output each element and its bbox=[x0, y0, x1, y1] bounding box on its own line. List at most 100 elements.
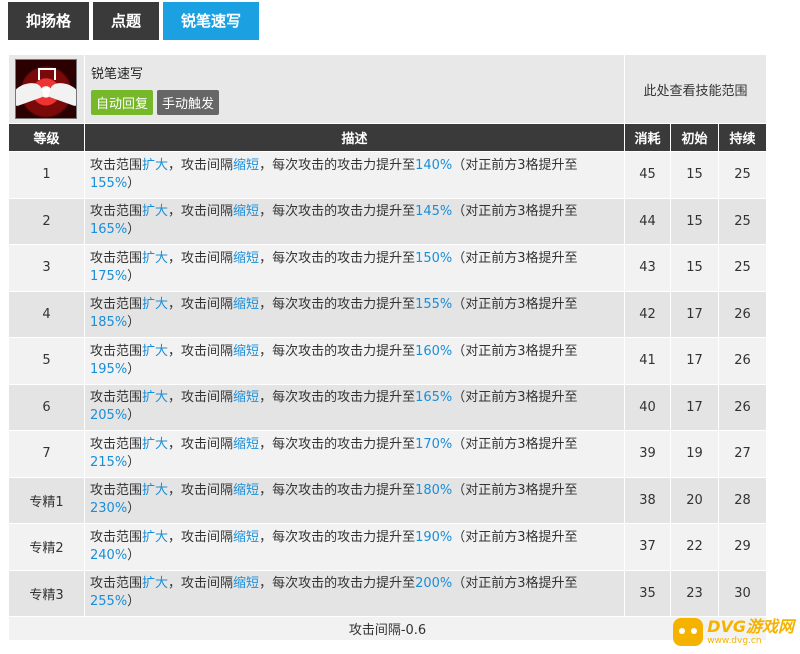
tab-skill-2[interactable]: 点题 bbox=[93, 2, 160, 40]
initial-cell: 17 bbox=[670, 290, 719, 338]
description-text: （对正前方3格提升至 bbox=[452, 390, 578, 406]
cost-cell: 42 bbox=[624, 290, 671, 338]
description-text: （对正前方3格提升至 bbox=[452, 297, 578, 313]
description-text: ） bbox=[127, 361, 141, 377]
highlight-text: 扩大 bbox=[142, 157, 169, 173]
highlight-text: 缩短 bbox=[233, 204, 260, 220]
col-duration: 持续 bbox=[717, 123, 768, 152]
description-text: 攻击范围 bbox=[90, 157, 143, 173]
tab-skill-1[interactable]: 抑扬格 bbox=[8, 2, 90, 40]
description-text: 攻击范围 bbox=[90, 297, 143, 313]
highlight-text: 205% bbox=[90, 408, 128, 424]
description-text: ） bbox=[127, 547, 141, 563]
description-cell: 攻击范围扩大，攻击间隔缩短，每次攻击的攻击力提升至190%（对正前方3格提升至 2… bbox=[84, 523, 625, 571]
highlight-text: 缩短 bbox=[233, 157, 260, 173]
description-text: ，攻击间隔 bbox=[168, 157, 234, 173]
description-text: ，每次攻击的攻击力提升至 bbox=[259, 436, 416, 452]
col-description: 描述 bbox=[84, 123, 625, 152]
description-text: ，每次攻击的攻击力提升至 bbox=[259, 343, 416, 359]
highlight-text: 扩大 bbox=[142, 576, 169, 592]
initial-cell: 17 bbox=[670, 383, 719, 431]
level-cell: 7 bbox=[8, 430, 85, 478]
description-text: ，攻击间隔 bbox=[168, 483, 234, 499]
highlight-text: 缩短 bbox=[233, 297, 260, 313]
table-row: 专精3 攻击范围扩大，攻击间隔缩短，每次攻击的攻击力提升至200%（对正前方3格提… bbox=[8, 569, 768, 617]
highlight-text: 155% bbox=[90, 175, 128, 191]
description-text: 攻击范围 bbox=[90, 483, 143, 499]
description-text: ，每次攻击的攻击力提升至 bbox=[259, 529, 416, 545]
highlight-text: 240% bbox=[90, 547, 128, 563]
highlight-text: 扩大 bbox=[142, 436, 169, 452]
highlight-text: 扩大 bbox=[142, 390, 169, 406]
level-cell: 专精3 bbox=[8, 569, 85, 617]
highlight-text: 185% bbox=[90, 315, 128, 331]
description-text: ） bbox=[127, 268, 141, 284]
description-text: ，攻击间隔 bbox=[168, 390, 234, 406]
description-cell: 攻击范围扩大，攻击间隔缩短，每次攻击的攻击力提升至165%（对正前方3格提升至 2… bbox=[84, 383, 625, 431]
table-row: 专精2 攻击范围扩大，攻击间隔缩短，每次攻击的攻击力提升至190%（对正前方3格提… bbox=[8, 523, 768, 571]
duration-cell: 26 bbox=[717, 383, 768, 431]
description-text: ，每次攻击的攻击力提升至 bbox=[259, 204, 416, 220]
table-row: 5 攻击范围扩大，攻击间隔缩短，每次攻击的攻击力提升至160%（对正前方3格提升至… bbox=[8, 337, 768, 385]
table-row: 2 攻击范围扩大，攻击间隔缩短，每次攻击的攻击力提升至145%（对正前方3格提升至… bbox=[8, 197, 768, 245]
cost-cell: 38 bbox=[624, 476, 671, 524]
duration-cell: 28 bbox=[717, 476, 768, 524]
description-text: 攻击范围 bbox=[90, 436, 143, 452]
description-text: （对正前方3格提升至 bbox=[452, 250, 578, 266]
trigger-type-badge: 手动触发 bbox=[157, 90, 220, 115]
duration-cell: 27 bbox=[717, 430, 768, 478]
watermark-text: DVG游戏网 bbox=[707, 617, 794, 636]
initial-cell: 15 bbox=[670, 244, 719, 292]
cost-cell: 45 bbox=[624, 151, 671, 199]
highlight-text: 缩短 bbox=[233, 250, 260, 266]
skill-header-row: 锐笔速写 自动回复 手动触发 此处查看技能范围 bbox=[8, 54, 768, 124]
highlight-text: 140% bbox=[415, 157, 453, 173]
description-text: ，每次攻击的攻击力提升至 bbox=[259, 390, 416, 406]
description-text: ） bbox=[127, 315, 141, 331]
table-footer: 攻击间隔-0.6 bbox=[7, 616, 768, 641]
watermark-url: www.dvg.cn bbox=[707, 636, 762, 646]
initial-cell: 15 bbox=[670, 151, 719, 199]
duration-cell: 30 bbox=[717, 569, 768, 617]
cost-cell: 41 bbox=[624, 337, 671, 385]
description-text: （对正前方3格提升至 bbox=[452, 436, 578, 452]
level-cell: 6 bbox=[8, 383, 85, 431]
col-level: 等级 bbox=[8, 123, 85, 152]
description-text: ，攻击间隔 bbox=[168, 436, 234, 452]
cost-cell: 39 bbox=[624, 430, 671, 478]
level-cell: 专精2 bbox=[8, 523, 85, 571]
tab-skill-3[interactable]: 锐笔速写 bbox=[163, 2, 260, 40]
description-text: ，攻击间隔 bbox=[168, 576, 234, 592]
duration-cell: 26 bbox=[717, 337, 768, 385]
description-text: ，每次攻击的攻击力提升至 bbox=[259, 576, 416, 592]
highlight-text: 扩大 bbox=[142, 483, 169, 499]
highlight-text: 扩大 bbox=[142, 529, 169, 545]
highlight-text: 155% bbox=[415, 297, 453, 313]
footer-note: 攻击间隔-0.6 bbox=[7, 616, 768, 641]
highlight-text: 170% bbox=[415, 436, 453, 452]
description-text: 攻击范围 bbox=[90, 250, 143, 266]
view-range-link[interactable]: 此处查看技能范围 bbox=[623, 54, 768, 124]
site-watermark: DVG游戏网 www.dvg.cn bbox=[673, 618, 794, 646]
duration-cell: 26 bbox=[717, 290, 768, 338]
level-cell: 1 bbox=[8, 151, 85, 199]
highlight-text: 缩短 bbox=[233, 436, 260, 452]
description-text: 攻击范围 bbox=[90, 390, 143, 406]
highlight-text: 200% bbox=[415, 576, 453, 592]
description-text: ） bbox=[127, 501, 141, 517]
description-text: ） bbox=[127, 222, 141, 238]
skill-icon-cell bbox=[8, 54, 85, 124]
description-cell: 攻击范围扩大，攻击间隔缩短，每次攻击的攻击力提升至140%（对正前方3格提升至 1… bbox=[84, 151, 625, 199]
duration-cell: 29 bbox=[717, 523, 768, 571]
description-cell: 攻击范围扩大，攻击间隔缩短，每次攻击的攻击力提升至170%（对正前方3格提升至 2… bbox=[84, 430, 625, 478]
table-row: 6 攻击范围扩大，攻击间隔缩短，每次攻击的攻击力提升至165%（对正前方3格提升至… bbox=[8, 383, 768, 431]
level-cell: 专精1 bbox=[8, 476, 85, 524]
description-text: ，攻击间隔 bbox=[168, 529, 234, 545]
description-cell: 攻击范围扩大，攻击间隔缩短，每次攻击的攻击力提升至200%（对正前方3格提升至 2… bbox=[84, 569, 625, 617]
description-cell: 攻击范围扩大，攻击间隔缩短，每次攻击的攻击力提升至150%（对正前方3格提升至 1… bbox=[84, 244, 625, 292]
duration-cell: 25 bbox=[717, 151, 768, 199]
description-text: （对正前方3格提升至 bbox=[452, 204, 578, 220]
col-cost: 消耗 bbox=[624, 123, 671, 152]
highlight-text: 165% bbox=[415, 390, 453, 406]
highlight-text: 145% bbox=[415, 204, 453, 220]
